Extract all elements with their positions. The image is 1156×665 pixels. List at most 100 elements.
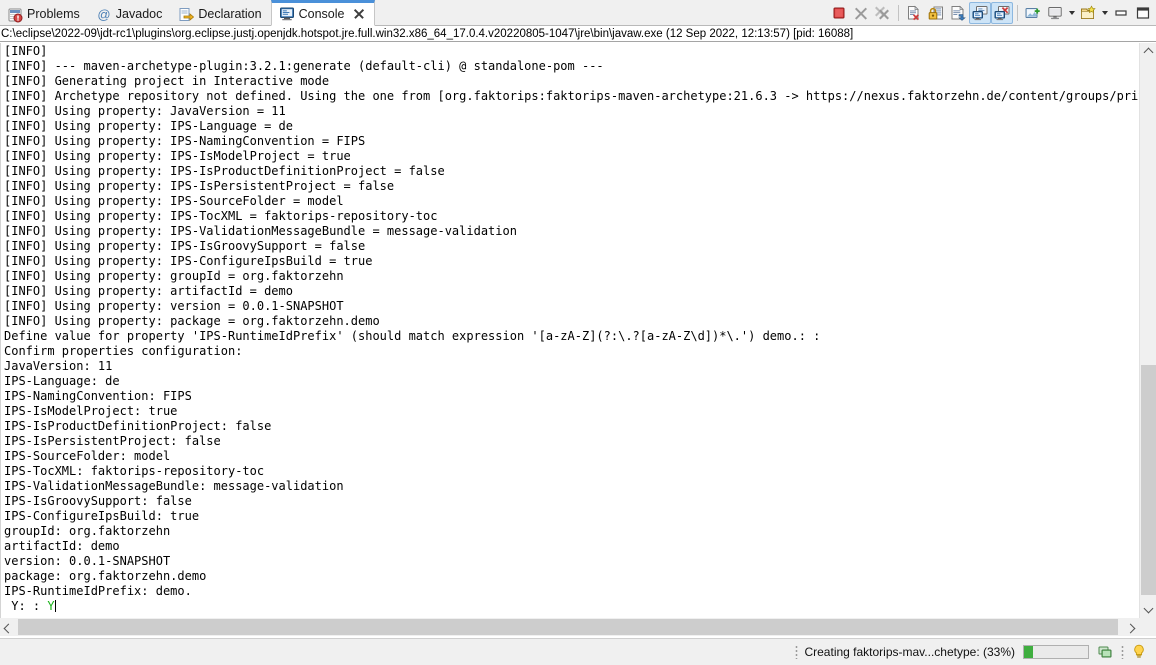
separator-2 <box>1017 5 1018 21</box>
console-output[interactable]: [INFO] [INFO] --- maven-archetype-plugin:… <box>1 43 1139 618</box>
console-prompt-prefix: Y: : <box>4 599 48 613</box>
chevron-up-icon <box>1144 47 1153 56</box>
process-description-line: C:\eclipse\2022-09\jdt-rc1\plugins\org.e… <box>0 27 1156 42</box>
vertical-scroll-thumb[interactable] <box>1141 365 1156 595</box>
tab-console[interactable]: Console <box>270 0 376 26</box>
pin-console-button[interactable] <box>1022 2 1044 24</box>
pin-console-icon <box>1025 8 1040 18</box>
console-line: package: org.faktorzehn.demo <box>4 569 207 583</box>
word-wrap-icon <box>951 5 966 21</box>
console-icon <box>279 6 295 22</box>
minimize-button[interactable] <box>1110 2 1132 24</box>
console-line: [INFO] Using property: version = 0.0.1-S… <box>4 299 344 313</box>
status-grip-2 <box>1121 645 1124 659</box>
console-line: IPS-RuntimeIdPrefix: demo. <box>4 584 192 598</box>
clear-console-icon <box>908 5 919 21</box>
stop-square-icon <box>833 7 845 19</box>
console-line: [INFO] Using property: IPS-IsGroovySuppo… <box>4 239 366 253</box>
console-line: IPS-IsGroovySupport: false <box>4 494 192 508</box>
status-task-text: Creating faktorips-mav...chetype: (33%) <box>804 645 1015 659</box>
tab-label: Javadoc <box>115 7 163 22</box>
remove-all-launches-button[interactable] <box>872 2 894 24</box>
console-line: version: 0.0.1-SNAPSHOT <box>4 554 171 568</box>
console-line: [INFO] --- maven-archetype-plugin:3.2.1:… <box>4 59 604 73</box>
javadoc-icon: @ <box>96 7 112 23</box>
horizontal-scroll-thumb[interactable] <box>18 619 1118 635</box>
console-line: IPS-ConfigureIpsBuild: true <box>4 509 200 523</box>
console-line: [INFO] Using property: IPS-ConfigureIpsB… <box>4 254 373 268</box>
declaration-icon <box>178 7 195 23</box>
scroll-right-arrow[interactable] <box>1122 618 1139 636</box>
show-console-on-error-button[interactable] <box>991 2 1013 24</box>
show-console-err-icon <box>994 6 1010 21</box>
scroll-left-arrow[interactable] <box>0 618 17 636</box>
console-view: [INFO] [INFO] --- maven-archetype-plugin:… <box>0 43 1156 618</box>
show-console-on-output-button[interactable] <box>969 2 991 24</box>
maximize-button[interactable] <box>1132 2 1154 24</box>
open-console-button[interactable] <box>1077 2 1099 24</box>
chevron-left-icon <box>4 623 13 632</box>
console-line: [INFO] Archetype repository not defined.… <box>4 89 1139 103</box>
console-line: [INFO] Using property: IPS-Language = de <box>4 119 293 133</box>
clear-console-button[interactable] <box>903 2 925 24</box>
console-line: [INFO] Using property: IPS-IsProductDefi… <box>4 164 445 178</box>
console-line: IPS-TocXML: faktorips-repository-toc <box>4 464 265 478</box>
console-line: IPS-ValidationMessageBundle: message-val… <box>4 479 344 493</box>
open-console-menu-arrow[interactable] <box>1099 2 1110 24</box>
terminate-button[interactable] <box>828 2 850 24</box>
console-line: [INFO] Using property: JavaVersion = 11 <box>4 104 286 118</box>
remove-x-icon <box>855 7 867 20</box>
tab-label: Problems <box>27 7 80 22</box>
tab-label: Console <box>298 6 345 21</box>
console-line: [INFO] Using property: IPS-IsPersistentP… <box>4 179 395 193</box>
console-line: IPS-IsModelProject: true <box>4 404 178 418</box>
console-line: groupId: org.faktorzehn <box>4 524 171 538</box>
status-grip <box>795 645 799 659</box>
close-icon[interactable] <box>353 8 365 20</box>
console-user-input[interactable]: Y <box>47 599 54 613</box>
progress-bar <box>1023 645 1089 659</box>
display-console-icon <box>1048 7 1062 20</box>
progress-bar-fill <box>1024 646 1033 658</box>
console-line: [INFO] Using property: groupId = org.fak… <box>4 269 344 283</box>
background-jobs-icon[interactable] <box>1097 643 1115 661</box>
console-line: IPS-SourceFolder: model <box>4 449 171 463</box>
view-tab-bar: Problems @ Javadoc Declaration Console <box>0 0 1156 26</box>
problems-icon <box>7 7 23 23</box>
console-line: IPS-IsProductDefinitionProject: false <box>4 419 272 433</box>
console-vertical-scrollbar[interactable] <box>1139 43 1156 618</box>
console-line: IPS-Language: de <box>4 374 120 388</box>
tab-problems[interactable]: Problems <box>0 0 89 26</box>
word-wrap-button[interactable] <box>947 2 969 24</box>
chevron-right-icon <box>1126 623 1135 632</box>
text-caret <box>54 600 56 612</box>
scroll-up-arrow[interactable] <box>1140 43 1156 60</box>
console-line: [INFO] Using property: artifactId = demo <box>4 284 293 298</box>
console-horizontal-scrollbar[interactable] <box>0 618 1156 636</box>
console-line: [INFO] Using property: IPS-IsModelProjec… <box>4 149 351 163</box>
console-prompt-line[interactable]: Y: : Y <box>4 599 1139 614</box>
console-line: [INFO] Using property: IPS-SourceFolder … <box>4 194 344 208</box>
console-line: IPS-NamingConvention: FIPS <box>4 389 192 403</box>
console-line: Confirm properties configuration: <box>4 344 243 358</box>
console-line: artifactId: demo <box>4 539 120 553</box>
console-line: [INFO] Using property: IPS-ValidationMes… <box>4 224 517 238</box>
tip-of-the-day-icon[interactable] <box>1130 643 1148 661</box>
console-line: IPS-IsPersistentProject: false <box>4 434 221 448</box>
tab-declaration[interactable]: Declaration <box>171 0 270 26</box>
open-console-icon <box>1081 5 1096 19</box>
scroll-down-arrow[interactable] <box>1140 601 1156 618</box>
remove-all-x-icon <box>875 6 889 20</box>
display-selected-console-button[interactable] <box>1044 2 1066 24</box>
console-line: [INFO] Using property: IPS-TocXML = fakt… <box>4 209 438 223</box>
tab-list: Problems @ Javadoc Declaration Console <box>0 0 376 26</box>
remove-launch-button[interactable] <box>850 2 872 24</box>
console-toolbar <box>828 0 1154 26</box>
display-console-menu-arrow[interactable] <box>1066 2 1077 24</box>
scroll-lock-icon <box>928 6 943 20</box>
tab-javadoc[interactable]: @ Javadoc <box>89 0 172 26</box>
separator-1 <box>898 5 899 21</box>
scroll-lock-button[interactable] <box>925 2 947 24</box>
svg-text:@: @ <box>97 7 110 22</box>
maximize-icon <box>1136 7 1150 19</box>
